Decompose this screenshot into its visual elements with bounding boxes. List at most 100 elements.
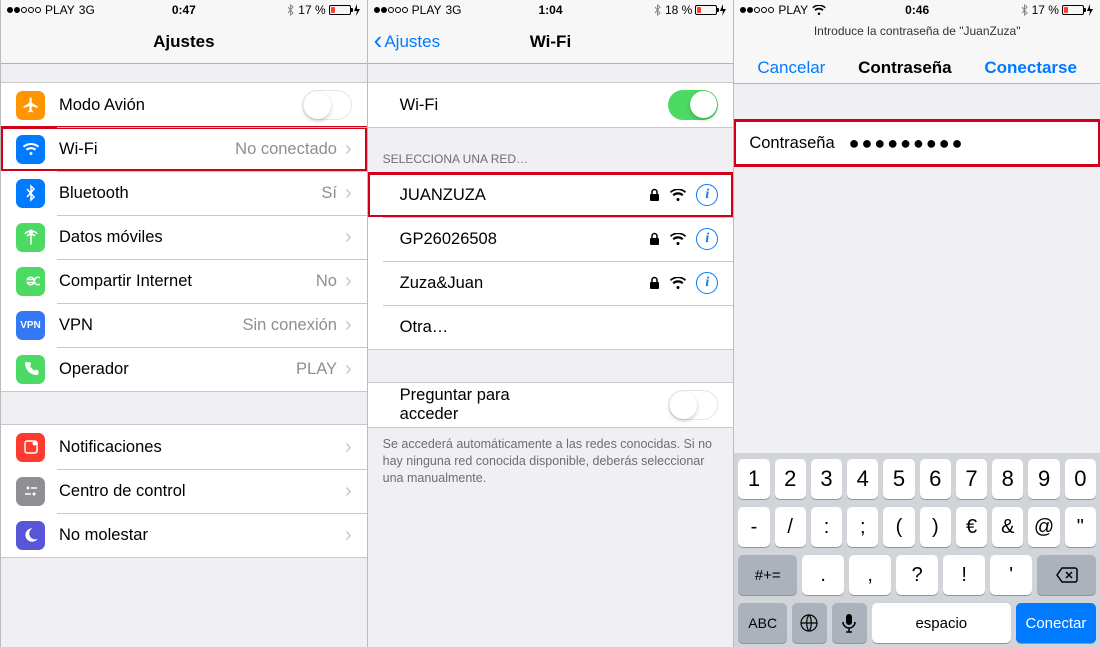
back-button[interactable]: ‹ Ajustes [374,29,440,55]
network-row[interactable]: GP26026508 i [368,217,734,261]
password-row[interactable]: Contraseña ●●●●●●●●● [734,121,1100,165]
key-colon[interactable]: : [811,507,842,547]
charging-icon [353,4,361,16]
carrier-label: PLAY [778,3,808,17]
carrier-row[interactable]: Operador PLAY › [1,347,367,391]
key-euro[interactable]: € [956,507,987,547]
back-label: Ajustes [384,32,440,52]
key-lparen[interactable]: ( [883,507,914,547]
wifi-toggle-row[interactable]: Wi-Fi [368,83,734,127]
key-1[interactable]: 1 [738,459,769,499]
key-9[interactable]: 9 [1028,459,1059,499]
status-bar: PLAY 3G 0:47 17 % [1,0,367,20]
wifi-pane: PLAY 3G 1:04 18 % ‹ Ajustes Wi-Fi Wi-Fi … [367,0,734,647]
dnd-row[interactable]: No molestar › [1,513,367,557]
network-name: JUANZUZA [400,186,650,205]
moon-icon [16,521,45,550]
networks-header: SELECCIONA UNA RED… [368,146,734,172]
network-type: 3G [79,3,95,17]
notifications-row[interactable]: Notificaciones › [1,425,367,469]
cancel-button[interactable]: Cancelar [757,58,825,78]
key-mic[interactable] [832,603,867,643]
page-title: Ajustes [153,32,214,52]
hotspot-icon [16,267,45,296]
signal-icon [374,7,408,13]
control-center-row[interactable]: Centro de control › [1,469,367,513]
lock-icon [649,276,660,290]
vpn-row[interactable]: VPN VPN Sin conexión › [1,303,367,347]
key-5[interactable]: 5 [883,459,914,499]
kb-row-2: - / : ; ( ) € & @ " [738,507,1096,547]
wifi-row[interactable]: Wi-Fi No conectado › [1,127,367,171]
hotspot-label: Compartir Internet [59,272,192,291]
key-slash[interactable]: / [775,507,806,547]
info-button[interactable]: i [696,272,718,294]
nav-bar: Ajustes [1,20,367,64]
notifications-label: Notificaciones [59,438,162,457]
key-at[interactable]: @ [1028,507,1059,547]
key-2[interactable]: 2 [775,459,806,499]
carrier-label: PLAY [45,3,75,17]
password-label: Contraseña [749,134,834,153]
chevron-right-icon: › [345,270,352,293]
key-backspace[interactable] [1037,555,1096,595]
wifi-switch[interactable] [668,90,718,120]
wifi-toggle-label: Wi-Fi [400,96,534,115]
other-network-row[interactable]: Otra… [368,305,734,349]
key-space[interactable]: espacio [872,603,1011,643]
bluetooth-label: Bluetooth [59,184,129,203]
info-button[interactable]: i [696,228,718,250]
control-center-icon [16,477,45,506]
key-3[interactable]: 3 [811,459,842,499]
chevron-right-icon: › [345,182,352,205]
chevron-left-icon: ‹ [374,27,383,53]
key-amp[interactable]: & [992,507,1023,547]
hotspot-row[interactable]: Compartir Internet No › [1,259,367,303]
chevron-right-icon: › [345,524,352,547]
key-globe[interactable] [792,603,827,643]
key-rparen[interactable]: ) [920,507,951,547]
ask-switch[interactable] [668,390,718,420]
airplane-switch[interactable] [302,90,352,120]
chevron-right-icon: › [345,138,352,161]
bluetooth-row[interactable]: Bluetooth Sí › [1,171,367,215]
wifi-label: Wi-Fi [59,140,97,159]
status-bar: PLAY 3G 1:04 18 % [368,0,734,20]
cellular-label: Datos móviles [59,228,163,247]
info-button[interactable]: i [696,184,718,206]
wifi-toggle-group: Wi-Fi [368,82,734,128]
key-quote[interactable]: " [1065,507,1096,547]
phone-icon [16,355,45,384]
kb-row-1: 1 2 3 4 5 6 7 8 9 0 [738,459,1096,499]
network-row[interactable]: Zuza&Juan i [368,261,734,305]
key-exclaim[interactable]: ! [943,555,985,595]
ask-footer: Se accederá automáticamente a las redes … [368,428,734,487]
key-period[interactable]: . [802,555,844,595]
cellular-row[interactable]: Datos móviles › [1,215,367,259]
key-dash[interactable]: - [738,507,769,547]
key-question[interactable]: ? [896,555,938,595]
key-symbols[interactable]: #+= [738,555,797,595]
nav-bar: Introduce la contraseña de "JuanZuza" Ca… [734,20,1100,84]
connect-button[interactable]: Conectarse [984,58,1077,78]
key-semicolon[interactable]: ; [847,507,878,547]
key-8[interactable]: 8 [992,459,1023,499]
key-0[interactable]: 0 [1065,459,1096,499]
airplane-label: Modo Avión [59,96,145,115]
system-group: Notificaciones › Centro de control › No … [1,424,367,558]
key-6[interactable]: 6 [920,459,951,499]
keyboard: 1 2 3 4 5 6 7 8 9 0 - / : ; ( ) € & @ " … [734,453,1100,647]
ask-to-join-row[interactable]: Preguntar para acceder [368,383,734,427]
signal-icon [740,7,774,13]
network-row[interactable]: JUANZUZA i [368,173,734,217]
airplane-row[interactable]: Modo Avión [1,83,367,127]
key-4[interactable]: 4 [847,459,878,499]
key-connect[interactable]: Conectar [1016,603,1096,643]
password-value: ●●●●●●●●● [849,133,965,154]
key-comma[interactable]: , [849,555,891,595]
battery-icon [329,5,351,15]
key-abc[interactable]: ABC [738,603,787,643]
key-7[interactable]: 7 [956,459,987,499]
key-apostrophe[interactable]: ' [990,555,1032,595]
carrier-label: Operador [59,360,129,379]
